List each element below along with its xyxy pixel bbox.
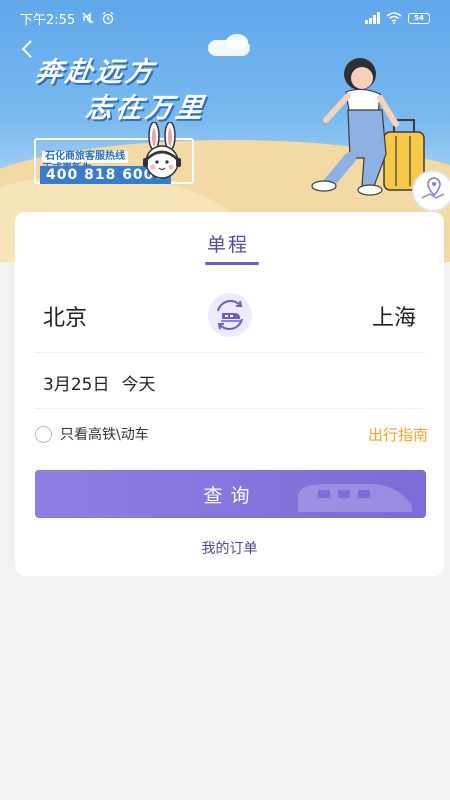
hotline-caption: 石化商旅客服热线 <box>42 151 128 163</box>
radio-button[interactable] <box>35 425 52 443</box>
status-time: 下午2:55 <box>20 12 76 28</box>
wifi-icon <box>386 12 402 24</box>
my-orders-link[interactable]: 我的订单 <box>15 538 444 558</box>
swap-train-icon <box>217 300 243 330</box>
search-card: 单程 北京 上海 3月25日 今天 只看高铁\动车 出行指南 查询 我的订单 <box>15 212 444 576</box>
filter-label: 只看高铁\动车 <box>60 427 149 443</box>
high-speed-filter[interactable]: 只看高铁\动车 <box>35 424 149 444</box>
train-decoration-icon <box>298 484 412 512</box>
travel-guide-link[interactable]: 出行指南 <box>368 424 428 445</box>
rabbit-mascot-icon <box>143 122 181 179</box>
map-pin-icon <box>421 177 445 199</box>
swap-cities-button[interactable] <box>208 293 252 337</box>
to-city[interactable]: 上海 <box>372 300 416 332</box>
slogan-line-2: 志在万里 <box>83 93 208 124</box>
tab-one-way[interactable]: 单程 <box>207 230 249 257</box>
muted-icon <box>82 12 94 24</box>
divider <box>35 408 425 409</box>
back-icon <box>21 40 32 58</box>
date-selector[interactable]: 3月25日 今天 <box>43 370 155 395</box>
date-relative: 今天 <box>121 375 156 395</box>
map-pin-button[interactable] <box>412 170 450 212</box>
query-label: 查询 <box>203 484 258 507</box>
cloud <box>226 34 248 50</box>
from-city[interactable]: 北京 <box>43 300 87 332</box>
divider <box>35 352 425 353</box>
date-value: 3月25日 <box>43 375 110 395</box>
battery-icon: 54 <box>408 12 430 24</box>
tab-underline <box>205 262 259 265</box>
slogan-line-1: 奔赴远方 <box>33 57 158 88</box>
query-button[interactable]: 查询 <box>35 470 426 518</box>
signal-icon <box>365 12 380 24</box>
status-bar: 下午2:55 54 <box>0 0 450 36</box>
alarm-icon <box>102 11 114 25</box>
